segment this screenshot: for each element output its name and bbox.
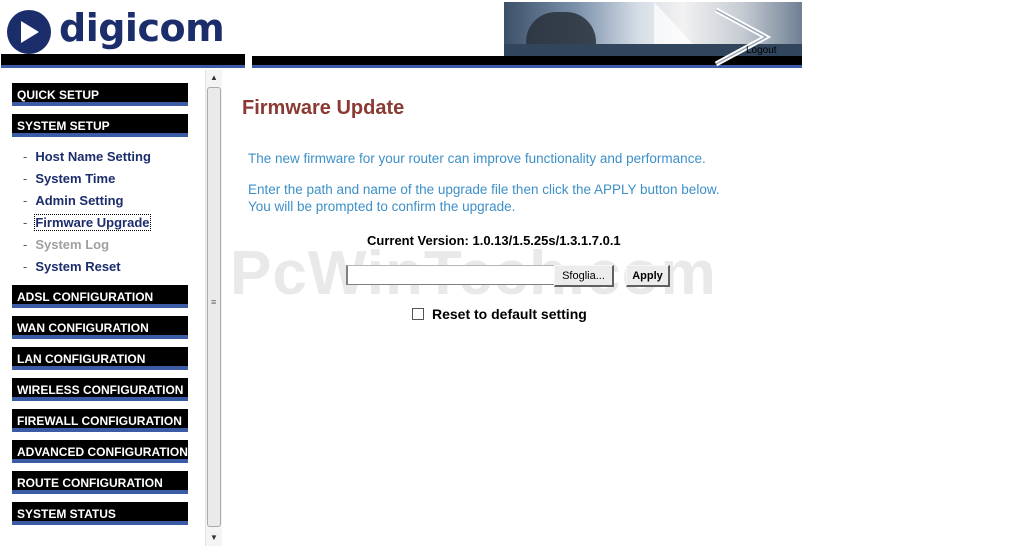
current-version-label: Current Version: bbox=[367, 233, 469, 248]
menu-adsl-configuration[interactable]: ADSL CONFIGURATION bbox=[12, 285, 188, 308]
menu-quick-setup[interactable]: QUICK SETUP bbox=[12, 83, 188, 106]
submenu-system-reset[interactable]: - System Reset bbox=[23, 259, 121, 274]
header-bar-left bbox=[1, 54, 245, 65]
menu-firewall-configuration[interactable]: FIREWALL CONFIGURATION bbox=[12, 409, 188, 432]
description-line-3: You will be prompted to confirm the upgr… bbox=[248, 199, 516, 214]
description-line-1: The new firmware for your router can imp… bbox=[248, 151, 706, 166]
submenu-host-name-setting[interactable]: - Host Name Setting bbox=[23, 149, 151, 164]
scroll-up-arrow-icon[interactable]: ▲ bbox=[206, 70, 222, 86]
scroll-grip-icon: ≡ bbox=[211, 297, 217, 307]
menu-advanced-configuration[interactable]: ADVANCED CONFIGURATION bbox=[12, 440, 188, 463]
sidebar-menu: QUICK SETUP SYSTEM SETUP - Host Name Sett… bbox=[0, 70, 222, 546]
menu-system-status[interactable]: SYSTEM STATUS bbox=[12, 502, 188, 525]
submenu-system-log[interactable]: - System Log bbox=[23, 237, 109, 252]
submenu-admin-setting[interactable]: - Admin Setting bbox=[23, 193, 123, 208]
description-line-2: Enter the path and name of the upgrade f… bbox=[248, 182, 720, 197]
header-bar-left-accent bbox=[1, 65, 245, 68]
menu-route-configuration[interactable]: ROUTE CONFIGURATION bbox=[12, 471, 188, 494]
sidebar-scrollbar[interactable]: ▲ ≡ ▼ bbox=[205, 70, 222, 546]
submenu-system-time[interactable]: - System Time bbox=[23, 171, 115, 186]
menu-lan-configuration[interactable]: LAN CONFIGURATION bbox=[12, 347, 188, 370]
firmware-file-input[interactable] bbox=[346, 265, 554, 285]
browse-button[interactable]: Sfoglia... bbox=[554, 265, 614, 287]
current-version-value: 1.0.13/1.5.25s/1.3.1.7.0.1 bbox=[472, 233, 621, 248]
main-content: PcWinTech.com Firmware Update The new fi… bbox=[222, 70, 1022, 546]
submenu-firmware-upgrade[interactable]: - Firmware Upgrade bbox=[23, 214, 151, 231]
reset-default-label: Reset to default setting bbox=[432, 306, 587, 322]
reset-default-checkbox[interactable] bbox=[412, 308, 424, 320]
current-version: Current Version: 1.0.13/1.5.25s/1.3.1.7.… bbox=[367, 233, 621, 248]
header: digicom Logout bbox=[0, 0, 1022, 70]
logo-play-icon bbox=[7, 10, 51, 54]
menu-system-setup[interactable]: SYSTEM SETUP bbox=[12, 114, 188, 137]
menu-wireless-configuration[interactable]: WIRELESS CONFIGURATION bbox=[12, 378, 188, 401]
page-title: Firmware Update bbox=[242, 97, 405, 119]
scroll-thumb[interactable]: ≡ bbox=[207, 87, 221, 527]
apply-button[interactable]: Apply bbox=[626, 265, 670, 287]
scroll-down-arrow-icon[interactable]: ▼ bbox=[206, 530, 222, 546]
logout-link[interactable]: Logout bbox=[746, 45, 777, 56]
chevron-arrow-icon bbox=[714, 7, 772, 67]
logo-text: digicom bbox=[59, 6, 225, 50]
menu-wan-configuration[interactable]: WAN CONFIGURATION bbox=[12, 316, 188, 339]
